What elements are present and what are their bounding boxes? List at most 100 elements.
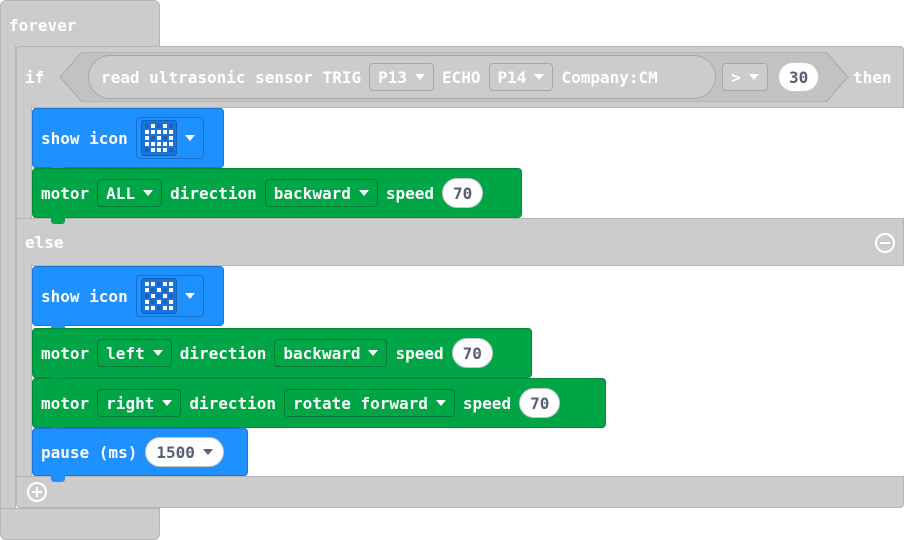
chevron-down-icon	[184, 135, 195, 141]
forever-label: forever	[9, 16, 77, 35]
led-cell	[168, 142, 173, 146]
trig-pin-value: P13	[378, 67, 407, 87]
led-cell	[162, 282, 167, 286]
motor-target-value: ALL	[106, 183, 136, 203]
remove-else-button[interactable]	[875, 233, 895, 253]
if-label: if	[25, 68, 45, 87]
led-cell	[168, 294, 173, 298]
trig-pin-dropdown[interactable]: P13	[369, 63, 434, 91]
motor-speed-input[interactable]: 70	[519, 388, 561, 418]
led-cell	[162, 142, 167, 146]
led-cell	[162, 306, 167, 310]
else-icon-dropdown[interactable]	[135, 275, 204, 317]
led-cell	[156, 306, 161, 310]
led-cell	[150, 300, 155, 304]
then-motor-block[interactable]: motor ALL direction backward speed 70	[32, 168, 522, 224]
show-icon-label: show icon	[41, 128, 128, 148]
chevron-down-icon	[202, 449, 213, 455]
forever-block-bottom[interactable]	[0, 508, 160, 540]
else-row[interactable]: else	[16, 218, 904, 266]
operator-value: >	[731, 67, 741, 87]
direction-label: direction	[189, 393, 277, 413]
led-cell	[168, 300, 173, 304]
led-cell	[150, 142, 155, 146]
operator-dropdown[interactable]: >	[722, 63, 768, 91]
threshold-input[interactable]: 30	[778, 62, 820, 92]
led-cell	[150, 124, 155, 128]
led-cell	[150, 136, 155, 140]
led-cell	[144, 148, 149, 152]
motor-direction-dropdown[interactable]: backward	[274, 339, 388, 367]
led-cell	[144, 124, 149, 128]
motor-target-value: right	[106, 393, 155, 413]
happy-face-icon	[140, 120, 177, 156]
chevron-down-icon	[184, 293, 195, 299]
led-cell	[168, 148, 173, 152]
led-cell	[168, 306, 173, 310]
led-cell	[144, 294, 149, 298]
led-cell	[150, 294, 155, 298]
add-else-if-button[interactable]	[27, 482, 47, 502]
chevron-down-icon	[152, 350, 163, 356]
if-block-footer[interactable]	[16, 476, 904, 508]
pause-duration-value: 1500	[156, 442, 195, 462]
speed-label: speed	[462, 393, 512, 413]
ultrasonic-reporter[interactable]: read ultrasonic sensor TRIG P13 ECHO P14…	[88, 55, 716, 99]
led-cell	[144, 130, 149, 134]
led-cell	[144, 306, 149, 310]
led-cell	[144, 282, 149, 286]
motor-label: motor	[41, 343, 90, 363]
motor-target-value: left	[106, 343, 145, 363]
then-show-icon-block[interactable]: show icon	[32, 108, 224, 174]
led-cell	[162, 300, 167, 304]
speed-label: speed	[385, 183, 435, 203]
led-cell	[168, 136, 173, 140]
echo-pin-value: P14	[497, 67, 527, 87]
chevron-down-icon	[748, 74, 759, 80]
led-cell	[168, 130, 173, 134]
motor-speed-input[interactable]: 70	[442, 178, 484, 208]
else-motor-right-block[interactable]: motor right direction rotate forward spe…	[32, 378, 606, 434]
motor-target-dropdown[interactable]: left	[97, 339, 172, 367]
motor-speed-input[interactable]: 70	[451, 338, 493, 368]
pause-duration-dropdown[interactable]: 1500	[145, 437, 224, 467]
unit-label: Company:CM	[561, 67, 658, 87]
led-cell	[150, 130, 155, 134]
chevron-down-icon	[143, 190, 154, 196]
forever-block-top[interactable]: forever	[0, 0, 160, 48]
if-block-arm-2	[16, 264, 32, 478]
chevron-down-icon	[534, 74, 545, 80]
led-cell	[150, 288, 155, 292]
then-icon-dropdown[interactable]	[135, 117, 204, 159]
motor-direction-value: backward	[283, 343, 361, 363]
else-show-icon-block[interactable]: show icon	[32, 266, 224, 332]
led-cell	[162, 124, 167, 128]
led-cell	[156, 136, 161, 140]
led-cell	[150, 282, 155, 286]
echo-label: ECHO	[442, 67, 481, 87]
led-cell	[156, 124, 161, 128]
then-label: then	[853, 68, 892, 87]
led-cell	[156, 130, 161, 134]
motor-label: motor	[41, 183, 90, 203]
led-cell	[144, 300, 149, 304]
pause-block[interactable]: pause (ms) 1500	[32, 428, 248, 482]
led-cell	[156, 282, 161, 286]
motor-target-dropdown[interactable]: right	[97, 389, 182, 417]
led-cell	[162, 148, 167, 152]
chevron-down-icon	[415, 74, 425, 80]
motor-direction-value: backward	[273, 183, 351, 203]
motor-direction-dropdown[interactable]: backward	[264, 179, 378, 207]
led-cell	[144, 288, 149, 292]
direction-label: direction	[179, 343, 267, 363]
motor-target-dropdown[interactable]: ALL	[97, 179, 163, 207]
else-motor-left-block[interactable]: motor left direction backward speed 70	[32, 328, 532, 384]
led-cell	[156, 288, 161, 292]
motor-direction-dropdown[interactable]: rotate forward	[284, 389, 455, 417]
reader-label: read ultrasonic sensor TRIG	[101, 67, 362, 87]
led-cell	[150, 306, 155, 310]
led-cell	[156, 148, 161, 152]
show-icon-label: show icon	[41, 286, 128, 306]
else-label: else	[25, 233, 64, 252]
echo-pin-dropdown[interactable]: P14	[488, 63, 554, 91]
